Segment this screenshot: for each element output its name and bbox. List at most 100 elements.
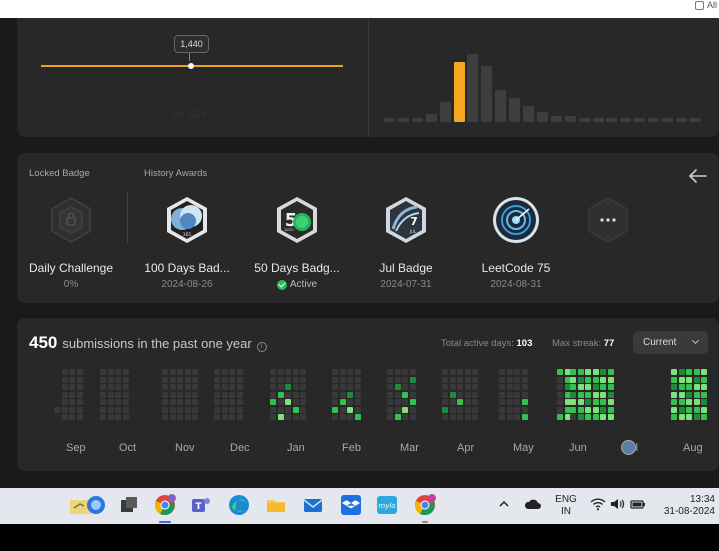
heatmap-cell[interactable] — [292, 406, 299, 413]
heatmap-cell[interactable] — [394, 384, 401, 390]
heatmap-cell[interactable] — [678, 384, 685, 390]
heatmap-cell[interactable] — [671, 399, 677, 405]
heatmap-cell[interactable] — [570, 391, 576, 398]
heatmap-cell[interactable] — [192, 406, 198, 413]
heatmap-cell[interactable] — [499, 384, 505, 390]
heatmap-cell[interactable] — [177, 384, 183, 390]
heatmap-cell[interactable] — [100, 391, 106, 398]
heatmap-cell[interactable] — [169, 376, 176, 383]
heatmap-cell[interactable] — [402, 376, 408, 383]
heatmap-cell[interactable] — [332, 376, 338, 383]
heatmap-cell[interactable] — [169, 399, 176, 405]
distribution-bar[interactable] — [662, 118, 673, 122]
heatmap-cell[interactable] — [300, 414, 306, 420]
heatmap-cell[interactable] — [292, 391, 299, 398]
heatmap-cell[interactable] — [69, 406, 75, 413]
heatmap-cell[interactable] — [592, 406, 599, 413]
heatmap-cell[interactable] — [177, 376, 183, 383]
heatmap-cell[interactable] — [464, 391, 471, 398]
heatmap-cell[interactable] — [100, 384, 106, 390]
heatmap-cell[interactable] — [592, 384, 599, 390]
distribution-bar[interactable] — [689, 118, 701, 122]
heatmap-cell[interactable] — [169, 406, 176, 413]
heatmap-cell[interactable] — [402, 384, 408, 390]
heatmap-cell[interactable] — [570, 406, 576, 413]
heatmap-cell[interactable] — [402, 369, 408, 375]
heatmap-cell[interactable] — [449, 384, 456, 390]
heatmap-cell[interactable] — [693, 369, 700, 375]
heatmap-cell[interactable] — [464, 414, 471, 420]
heatmap-cell[interactable] — [387, 384, 393, 390]
heatmap-cell[interactable] — [442, 406, 448, 413]
heatmap-cell[interactable] — [339, 391, 346, 398]
heatmap-cell[interactable] — [122, 376, 129, 383]
heatmap-cell[interactable] — [115, 384, 121, 390]
teams-icon[interactable]: T — [190, 494, 212, 516]
heatmap-cell[interactable] — [557, 384, 563, 390]
heatmap-cell[interactable] — [270, 384, 276, 390]
heatmap-cell[interactable] — [107, 369, 114, 375]
heatmap-cell[interactable] — [592, 369, 599, 375]
heatmap-cell[interactable] — [499, 369, 505, 375]
heatmap-cell[interactable] — [300, 391, 306, 398]
heatmap-cell[interactable] — [600, 414, 606, 420]
heatmap-cell[interactable] — [585, 414, 591, 420]
heatmap-cell[interactable] — [686, 376, 692, 383]
heatmap-cell[interactable] — [277, 399, 284, 405]
heatmap-cell[interactable] — [577, 369, 584, 375]
heatmap-cell[interactable] — [162, 406, 168, 413]
heatmap-cell[interactable] — [61, 369, 68, 375]
cloud-icon[interactable] — [524, 497, 542, 511]
heatmap-cell[interactable] — [499, 414, 505, 420]
heatmap-cell[interactable] — [387, 391, 393, 398]
heatmap-cell[interactable] — [192, 391, 198, 398]
heatmap-cell[interactable] — [592, 376, 599, 383]
heatmap-cell[interactable] — [339, 384, 346, 390]
heatmap-cell[interactable] — [61, 376, 68, 383]
heatmap-cell[interactable] — [514, 391, 520, 398]
heatmap-cell[interactable] — [592, 414, 599, 420]
heatmap-cell[interactable] — [229, 369, 235, 375]
heatmap-cell[interactable] — [394, 369, 401, 375]
heatmap-cell[interactable] — [162, 369, 168, 375]
heatmap-cell[interactable] — [577, 391, 584, 398]
heatmap-cell[interactable] — [577, 399, 584, 405]
heatmap-cell[interactable] — [506, 391, 513, 398]
heatmap-cell[interactable] — [214, 406, 220, 413]
heatmap-cell[interactable] — [514, 384, 520, 390]
heatmap-cell[interactable] — [184, 414, 191, 420]
heatmap-cell[interactable] — [69, 384, 75, 390]
heatmap-cell[interactable] — [402, 391, 408, 398]
heatmap-cell[interactable] — [671, 376, 677, 383]
heatmap-cell[interactable] — [577, 414, 584, 420]
dropbox-icon[interactable] — [340, 494, 362, 516]
task-view-icon[interactable] — [118, 494, 140, 516]
heatmap-cell[interactable] — [387, 376, 393, 383]
heatmap-cell[interactable] — [236, 399, 243, 405]
heatmap-cell[interactable] — [122, 399, 129, 405]
distribution-bar[interactable] — [481, 66, 493, 122]
heatmap-cell[interactable] — [221, 384, 228, 390]
heatmap-cell[interactable] — [521, 384, 528, 390]
heatmap-cell[interactable] — [693, 384, 700, 390]
wifi-icon[interactable] — [590, 497, 606, 511]
heatmap-cell[interactable] — [600, 399, 606, 405]
heatmap-cell[interactable] — [693, 414, 700, 420]
heatmap-cell[interactable] — [409, 414, 416, 420]
heatmap-cell[interactable] — [671, 384, 677, 390]
heatmap-cell[interactable] — [671, 406, 677, 413]
heatmap-cell[interactable] — [506, 376, 513, 383]
heatmap-cell[interactable] — [686, 406, 692, 413]
distribution-bar[interactable] — [550, 116, 562, 122]
heatmap-cell[interactable] — [570, 414, 576, 420]
heatmap-cell[interactable] — [347, 391, 353, 398]
heatmap-cell[interactable] — [61, 406, 68, 413]
heatmap-cell[interactable] — [409, 369, 416, 375]
heatmap-cell[interactable] — [177, 414, 183, 420]
heatmap-cell[interactable] — [177, 369, 183, 375]
heatmap-cell[interactable] — [229, 391, 235, 398]
heatmap-cell[interactable] — [354, 399, 361, 405]
heatmap-cell[interactable] — [607, 376, 614, 383]
heatmap-cell[interactable] — [514, 406, 520, 413]
heatmap-cell[interactable] — [339, 369, 346, 375]
